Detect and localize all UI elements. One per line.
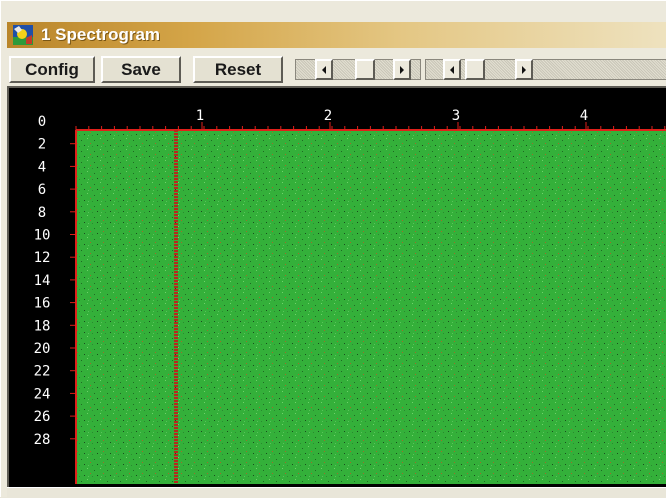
spectrogram-app-icon — [13, 25, 33, 45]
spectrogram-window: 1 Spectrogram Config Save Reset 1 2 3 4 … — [0, 0, 666, 498]
save-button[interactable]: Save — [101, 56, 181, 83]
scrollbar-1-thumb[interactable] — [355, 59, 375, 80]
spectrogram-plot[interactable]: 1 2 3 40246810121416182022242628 — [14, 93, 666, 486]
title-bar[interactable]: 1 Spectrogram — [7, 22, 666, 48]
scrollbar-2-thumb[interactable] — [465, 59, 485, 80]
time-tick-label: 2 — [324, 108, 332, 124]
frequency-tick-label: 22 — [34, 364, 51, 380]
scrollbar-2-left-arrow[interactable] — [443, 59, 461, 80]
scrollbar-2-right-arrow[interactable] — [515, 59, 533, 80]
frequency-tick-label: 2 — [38, 137, 46, 153]
frequency-tick-label: 18 — [34, 318, 51, 334]
frequency-tick-label: 12 — [34, 250, 51, 266]
frequency-tick-label: 24 — [34, 386, 51, 402]
time-tick-label: 4 — [580, 108, 588, 124]
scrollbar-1-left-arrow[interactable] — [315, 59, 333, 80]
scrollbar-1-right-arrow[interactable] — [393, 59, 411, 80]
time-tick-label: 1 — [196, 108, 204, 124]
arrow-right-icon — [522, 65, 526, 74]
arrow-right-icon — [400, 65, 404, 74]
time-tick-label: 3 — [452, 108, 460, 124]
arrow-left-icon — [450, 65, 454, 74]
frequency-tick-label: 26 — [34, 409, 51, 425]
spectrogram-field — [76, 130, 666, 484]
frequency-tick-label: 16 — [34, 296, 51, 312]
frequency-tick-label: 8 — [38, 205, 46, 221]
arrow-left-icon — [322, 65, 326, 74]
scrollbar-2-track[interactable] — [425, 59, 666, 80]
frequency-tick-label: 20 — [34, 341, 51, 357]
toolbar: Config Save Reset — [7, 56, 666, 84]
status-strip — [7, 487, 666, 498]
frequency-tick-label: 28 — [34, 432, 51, 448]
reset-button[interactable]: Reset — [193, 56, 283, 83]
frequency-tick-label: 10 — [34, 228, 51, 244]
frequency-tick-label: 0 — [38, 114, 46, 130]
frequency-tick-label: 14 — [34, 273, 51, 289]
frequency-tick-label: 4 — [38, 159, 46, 175]
frequency-tick-label: 6 — [38, 182, 46, 198]
config-button[interactable]: Config — [9, 56, 95, 83]
window-title: 1 Spectrogram — [41, 25, 161, 44]
